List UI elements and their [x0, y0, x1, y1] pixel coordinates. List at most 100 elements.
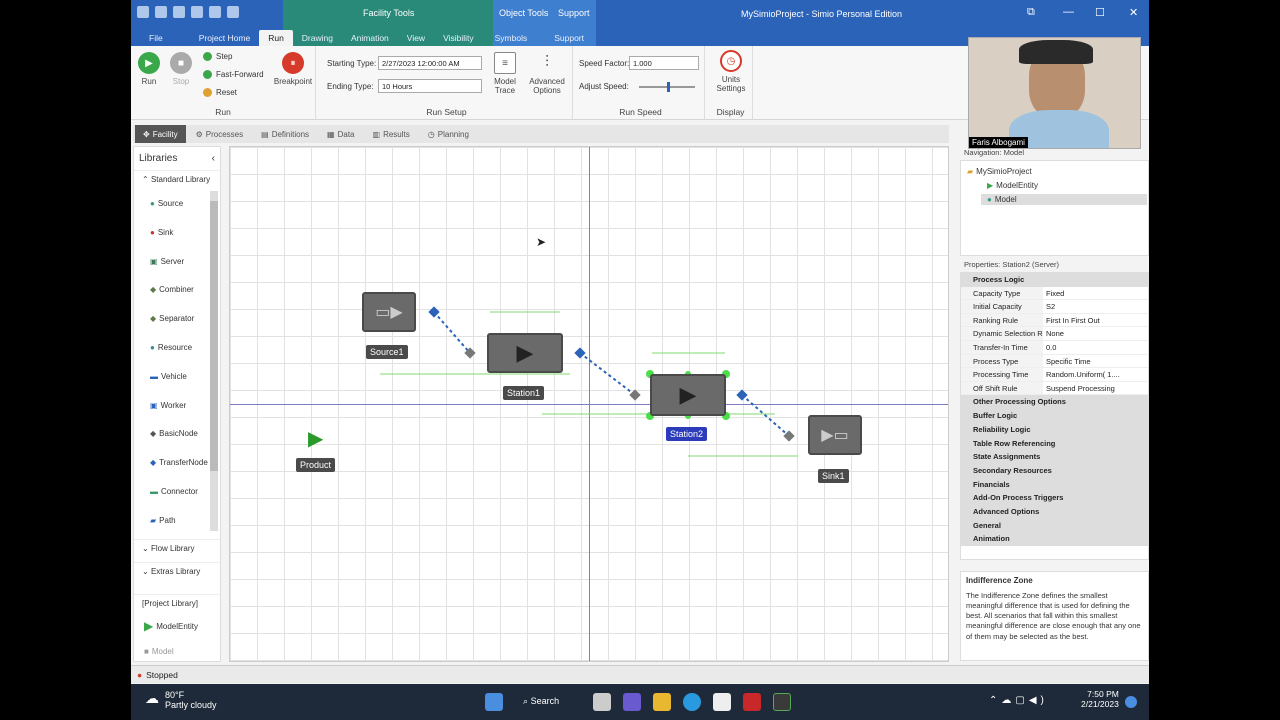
collapse-icon[interactable]: ‹ [212, 153, 215, 164]
tab-view[interactable]: View [398, 30, 434, 46]
tab-symbols[interactable]: Symbols [483, 30, 537, 46]
adjust-speed-slider[interactable] [639, 82, 695, 92]
model-trace-button[interactable]: ≡ Model Trace [491, 52, 519, 95]
stop-icon[interactable] [227, 6, 239, 18]
store-icon[interactable] [713, 693, 731, 711]
property-value[interactable]: Fixed [1043, 287, 1148, 300]
speed-factor-field[interactable]: 1.000 [629, 56, 699, 70]
path-station2-sink[interactable] [741, 394, 790, 437]
search-button[interactable]: ⌕ Search [523, 696, 559, 707]
library-item-separator[interactable]: ◆ Separator [150, 314, 194, 323]
reset-button[interactable]: Reset [203, 88, 237, 97]
property-row[interactable]: Ranking Rule First In First Out [961, 313, 1148, 328]
start-icon[interactable] [485, 693, 503, 711]
extras-library-section[interactable]: ⌄ Extras Library [134, 562, 220, 580]
run-button[interactable]: ▶ Run [137, 52, 161, 86]
property-category[interactable]: State Assignments [961, 450, 1148, 464]
tab-results[interactable]: ▥ Results [365, 125, 418, 143]
tab-support[interactable]: Support [536, 30, 593, 46]
property-row[interactable]: Process Type Specific Time [961, 354, 1148, 369]
property-category[interactable]: Advanced Options [961, 504, 1148, 519]
library-item-vehicle[interactable]: ▬ Vehicle [150, 372, 187, 381]
tab-run[interactable]: Run [259, 30, 293, 46]
property-row[interactable]: Processing Time Random.Uniform( 1.... [961, 368, 1148, 382]
library-scroll-thumb[interactable] [210, 201, 218, 471]
tab-definitions[interactable]: ▤ Definitions [253, 125, 317, 143]
edge-icon[interactable] [683, 693, 701, 711]
starting-type-field[interactable]: 2/27/2023 12:00:00 AM [378, 56, 482, 70]
weather-widget[interactable]: ☁ 80°F Partly cloudy [145, 690, 217, 710]
property-row[interactable]: Off Shift Rule Suspend Processing [961, 381, 1148, 396]
fast-forward-button[interactable]: Fast-Forward [203, 70, 264, 79]
library-item-worker[interactable]: ▣ Worker [150, 401, 186, 410]
property-value[interactable]: S2 [1043, 300, 1148, 313]
library-scrollbar[interactable] [210, 191, 218, 531]
property-category[interactable]: Secondary Resources [961, 463, 1148, 478]
property-category[interactable]: Buffer Logic [961, 409, 1148, 423]
property-category[interactable]: Reliability Logic [961, 422, 1148, 437]
flow-library-section[interactable]: ⌄ Flow Library [134, 539, 220, 557]
simio-taskbar-icon[interactable] [743, 693, 761, 711]
property-category[interactable]: Add-On Process Triggers [961, 491, 1148, 505]
tab-visibility[interactable]: Visibility [434, 30, 483, 46]
property-category[interactable]: Animation [961, 532, 1148, 546]
library-item-source[interactable]: ● Source [150, 199, 183, 208]
property-value[interactable]: None [1043, 327, 1148, 340]
library-item-path[interactable]: ▰ Path [150, 516, 176, 525]
nav-item-model[interactable]: ● Model [981, 194, 1147, 205]
teams-icon[interactable] [623, 693, 641, 711]
property-value[interactable]: Suspend Processing [1043, 382, 1148, 395]
property-row[interactable]: Capacity Type Fixed [961, 286, 1148, 301]
basic-node[interactable] [629, 389, 641, 401]
close-icon[interactable]: ✕ [1129, 6, 1138, 19]
library-item-sink[interactable]: ● Sink [150, 228, 173, 237]
file-explorer-icon[interactable] [653, 693, 671, 711]
station2-object[interactable]: ▶ [650, 374, 726, 416]
property-value[interactable]: 0.0 [1043, 341, 1148, 354]
restore-ribbon-icon[interactable]: ⧉ [1027, 6, 1035, 19]
station1-object[interactable]: ▶ [487, 333, 563, 373]
product-entity-icon[interactable]: ▶ [308, 426, 323, 451]
nav-item-project[interactable]: ▰ MySimioProject [967, 167, 1032, 176]
run-icon[interactable] [209, 6, 221, 18]
facility-canvas[interactable]: ▭▶ Source1 ▶ Station1 ▶ Station2 ▶▭ Sink… [229, 146, 949, 662]
property-category[interactable]: General [961, 518, 1148, 533]
property-category[interactable]: Other Processing Options [961, 395, 1148, 410]
nav-item-modelentity[interactable]: ▶ ModelEntity [987, 181, 1038, 190]
breakpoint-button[interactable]: ⏸ Breakpoint [273, 52, 313, 86]
transfer-node[interactable] [574, 347, 586, 359]
property-category[interactable]: Financials [961, 477, 1148, 492]
path-station1-station2[interactable] [579, 352, 636, 396]
tab-planning[interactable]: ◷ Planning [420, 125, 477, 143]
save-icon[interactable] [191, 6, 203, 18]
project-item-modelentity[interactable]: ▶ ModelEntity [144, 619, 198, 633]
ending-type-field[interactable]: 10 Hours [378, 79, 482, 93]
property-row[interactable]: Dynamic Selection RuleNone [961, 327, 1148, 342]
source1-object[interactable]: ▭▶ [362, 292, 416, 332]
step-button[interactable]: Step [203, 52, 232, 61]
property-value[interactable]: Specific Time [1043, 355, 1148, 368]
sink1-object[interactable]: ▶▭ [808, 415, 862, 455]
project-item-model[interactable]: ■ Model [144, 647, 174, 656]
transfer-node[interactable] [736, 389, 748, 401]
notification-icon[interactable] [1125, 696, 1137, 708]
units-settings-button[interactable]: ◷ Units Settings [711, 50, 751, 93]
task-view-icon[interactable] [593, 693, 611, 711]
library-item-transfernode[interactable]: ◆ TransferNode [150, 458, 208, 467]
maximize-icon[interactable]: ☐ [1095, 6, 1105, 19]
undo-icon[interactable] [155, 6, 167, 18]
path-source-station1[interactable] [433, 311, 471, 354]
tab-file[interactable]: File [131, 30, 181, 46]
library-item-connector[interactable]: ▬ Connector [150, 487, 198, 496]
tab-processes[interactable]: ⚙ Processes [188, 125, 252, 143]
library-item-basicnode[interactable]: ◆ BasicNode [150, 429, 198, 438]
tab-animation[interactable]: Animation [342, 30, 398, 46]
app-taskbar-icon[interactable] [773, 693, 791, 711]
property-value[interactable]: First In First Out [1043, 314, 1148, 327]
tab-project-home[interactable]: Project Home [181, 30, 260, 46]
library-item-resource[interactable]: ● Resource [150, 343, 192, 352]
clock[interactable]: 7:50 PM 2/21/2023 [1081, 689, 1119, 709]
redo-icon[interactable] [173, 6, 185, 18]
transfer-node[interactable] [428, 306, 440, 318]
stop-button[interactable]: ■ Stop [169, 52, 193, 86]
